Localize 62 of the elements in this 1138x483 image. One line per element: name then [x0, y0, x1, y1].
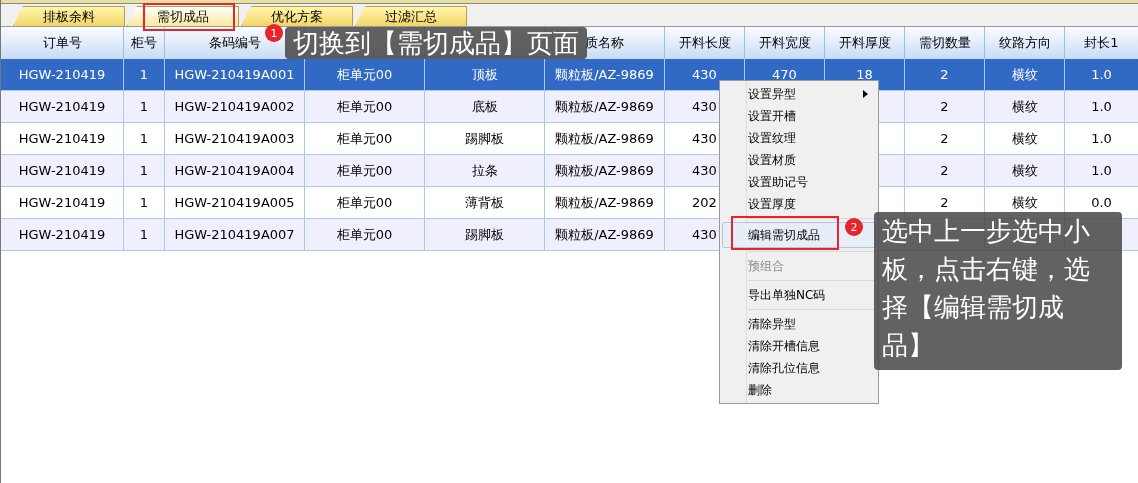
table-cell: HGW-210419A004	[165, 155, 305, 187]
table-cell: 颗粒板/AZ-9869	[545, 59, 665, 91]
table-cell: 横纹	[985, 91, 1065, 123]
column-header[interactable]: 开料长度	[665, 27, 745, 59]
table-cell: 拉条	[425, 155, 545, 187]
table-cell: 颗粒板/AZ-9869	[545, 123, 665, 155]
table-cell: 颗粒板/AZ-9869	[545, 219, 665, 251]
table-cell: 1.0	[1065, 91, 1138, 123]
column-header[interactable]: 开料厚度	[825, 27, 905, 59]
table-cell: 踢脚板	[425, 219, 545, 251]
table-cell: 横纹	[985, 155, 1065, 187]
table-cell: HGW-210419A005	[165, 187, 305, 219]
table-cell: 底板	[425, 91, 545, 123]
table-cell: 2	[905, 155, 985, 187]
tab[interactable]: 需切成品	[127, 6, 239, 26]
table-cell: 柜单元00	[305, 155, 425, 187]
table-cell: 颗粒板/AZ-9869	[545, 91, 665, 123]
menu-item[interactable]: 删除	[720, 379, 878, 401]
table-cell: HGW-210419	[1, 155, 124, 187]
table-cell: 横纹	[985, 59, 1065, 91]
table-cell: HGW-210419	[1, 59, 124, 91]
table-cell: 1	[124, 91, 165, 123]
tab[interactable]: 过滤汇总	[355, 6, 467, 26]
table-cell: HGW-210419A007	[165, 219, 305, 251]
table-cell: 柜单元00	[305, 91, 425, 123]
table-cell: HGW-210419	[1, 123, 124, 155]
column-header[interactable]: 纹路方向	[985, 27, 1065, 59]
column-header[interactable]: 柜号	[124, 27, 165, 59]
table-cell: 横纹	[985, 123, 1065, 155]
table-cell: 1	[124, 187, 165, 219]
table-cell: HGW-210419	[1, 187, 124, 219]
tab[interactable]: 优化方案	[241, 6, 353, 26]
table-cell: 柜单元00	[305, 59, 425, 91]
table-cell: HGW-210419A003	[165, 123, 305, 155]
column-header[interactable]: 订单号	[1, 27, 124, 59]
table-cell: 踢脚板	[425, 123, 545, 155]
table-cell: HGW-210419A002	[165, 91, 305, 123]
table-cell: 1	[124, 123, 165, 155]
submenu-arrow-icon	[863, 90, 868, 98]
table-cell: 顶板	[425, 59, 545, 91]
tab[interactable]: 排板余料	[13, 6, 125, 26]
table-cell: 薄背板	[425, 187, 545, 219]
table-cell: 1	[124, 219, 165, 251]
table-cell: 颗粒板/AZ-9869	[545, 187, 665, 219]
table-cell: 1.0	[1065, 59, 1138, 91]
column-header[interactable]: 封长1	[1065, 27, 1138, 59]
table-cell: HGW-210419	[1, 219, 124, 251]
table-cell: 1	[124, 59, 165, 91]
table-cell: 2	[905, 123, 985, 155]
callout-tooltip: 切换到【需切成品】页面	[285, 27, 587, 59]
table-cell: HGW-210419	[1, 91, 124, 123]
column-header[interactable]: 开料宽度	[745, 27, 825, 59]
table-cell: 2	[905, 59, 985, 91]
table-cell: 颗粒板/AZ-9869	[545, 155, 665, 187]
table-cell: 柜单元00	[305, 219, 425, 251]
table-cell: 2	[905, 91, 985, 123]
table-cell: HGW-210419A001	[165, 59, 305, 91]
table-cell: 1.0	[1065, 155, 1138, 187]
table-cell: 1	[124, 155, 165, 187]
table-cell: 柜单元00	[305, 187, 425, 219]
column-header[interactable]: 需切数量	[905, 27, 985, 59]
table-cell: 柜单元00	[305, 123, 425, 155]
